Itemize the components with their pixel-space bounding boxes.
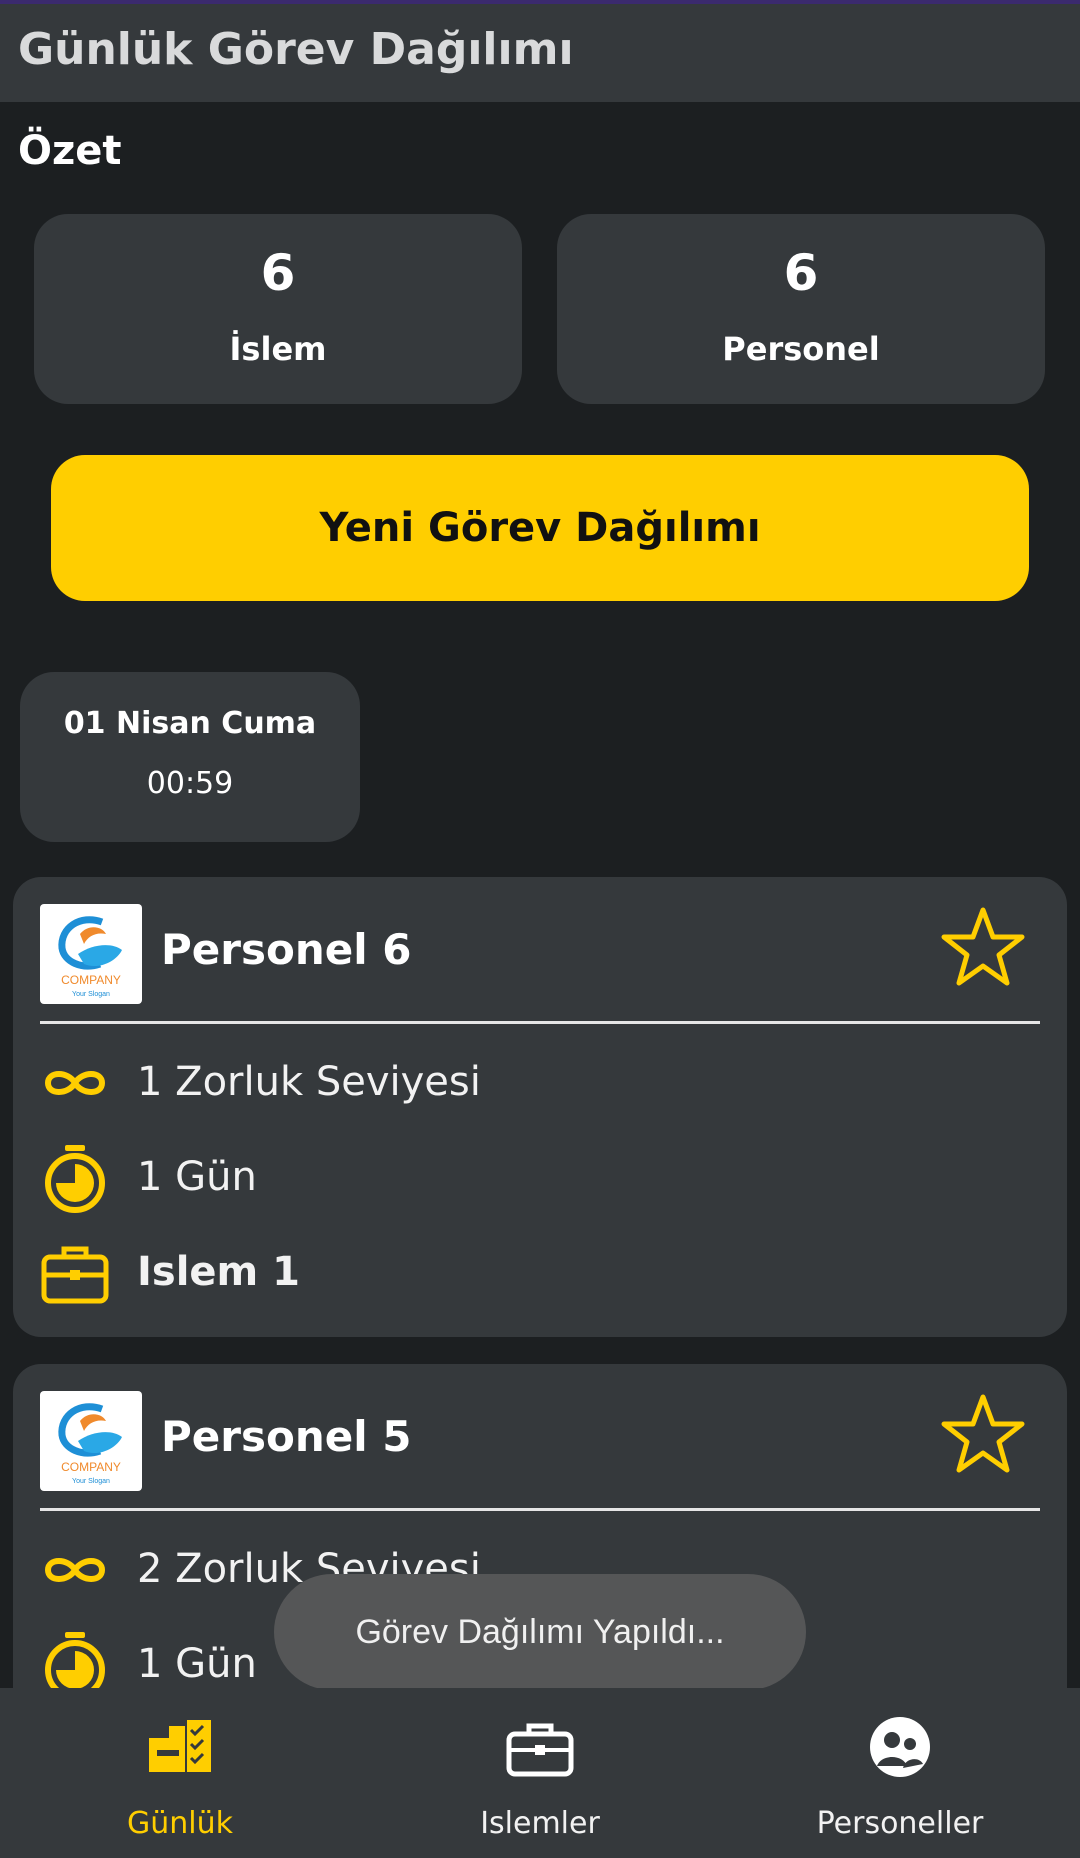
person-name: Personel 5 [161, 1412, 412, 1461]
nav-item-tasks[interactable]: Islemler [360, 1688, 720, 1858]
card-divider [40, 1021, 1040, 1024]
time-label: 00:59 [146, 766, 234, 801]
nav-item-personnel[interactable]: Personeller [720, 1688, 1080, 1858]
bottom-navigation: Günlük Islemler Personeller [0, 1688, 1080, 1858]
task-count-card: 6 İslem [34, 214, 522, 404]
stopwatch-icon [40, 1142, 110, 1214]
briefcase-icon [505, 1712, 575, 1782]
toast-message: Görev Dağılımı Yapıldı... [274, 1574, 806, 1690]
summary-heading: Özet [18, 128, 122, 174]
task-name: Islem 1 [137, 1249, 300, 1295]
personnel-count-card: 6 Personel [557, 214, 1045, 404]
duration-text: 1 Gün [137, 1154, 257, 1200]
nav-item-daily[interactable]: Günlük [0, 1688, 360, 1858]
nav-label-personnel: Personeller [816, 1806, 984, 1841]
date-label: 01 Nisan Cuma [63, 706, 317, 741]
person-name: Personel 6 [161, 925, 412, 974]
nav-label-tasks: Islemler [480, 1806, 600, 1841]
company-logo: COMPANY Your Slogan [40, 1391, 142, 1491]
date-card[interactable]: 01 Nisan Cuma 00:59 [20, 672, 360, 842]
new-assignment-button[interactable]: Yeni Görev Dağılımı [51, 455, 1029, 601]
logo-slogan: Your Slogan [72, 1478, 110, 1485]
nav-label-daily: Günlük [127, 1806, 233, 1841]
logo-slogan: Your Slogan [72, 991, 110, 998]
card-divider [40, 1508, 1040, 1511]
logo-brand: COMPANY [61, 973, 121, 987]
duration-row: 1 Gün [40, 1142, 1040, 1214]
infinity-icon [40, 1047, 110, 1119]
briefcase-icon [40, 1237, 110, 1309]
daily-tasks-icon [145, 1712, 215, 1782]
personnel-count-value: 6 [783, 244, 819, 302]
star-icon[interactable] [938, 1390, 1028, 1480]
assignment-card[interactable]: COMPANY Your Slogan Personel 6 1 Zorluk … [13, 877, 1067, 1337]
app-title: Günlük Görev Dağılımı [18, 24, 574, 75]
task-count-value: 6 [260, 244, 296, 302]
company-logo: COMPANY Your Slogan [40, 904, 142, 1004]
star-icon[interactable] [938, 903, 1028, 993]
personnel-count-label: Personel [722, 330, 880, 368]
logo-brand: COMPANY [61, 1460, 121, 1474]
difficulty-row: 1 Zorluk Seviyesi [40, 1047, 1040, 1119]
infinity-icon [40, 1534, 110, 1606]
people-icon [865, 1712, 935, 1782]
task-count-label: İslem [229, 330, 327, 368]
task-row: Islem 1 [40, 1237, 1040, 1309]
difficulty-text: 1 Zorluk Seviyesi [137, 1059, 481, 1105]
app-bar: Günlük Görev Dağılımı [0, 4, 1080, 102]
duration-text: 1 Gün [137, 1641, 257, 1687]
